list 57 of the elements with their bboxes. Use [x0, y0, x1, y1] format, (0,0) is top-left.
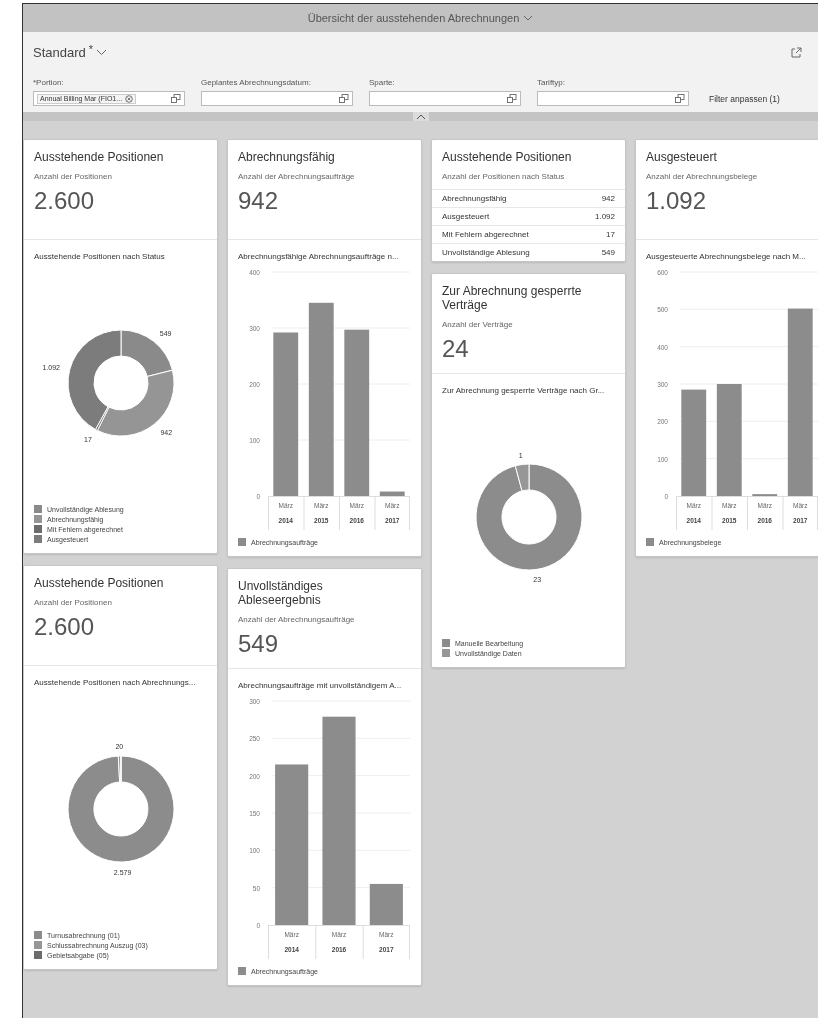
chart-title: Ausstehende Positionen nach Abrechnungs...	[34, 678, 197, 688]
card-subtitle: Anzahl der Positionen nach Status	[442, 172, 566, 181]
chart-title: Zur Abrechnung gesperrte Verträge nach Gr...	[442, 386, 606, 396]
value-help-icon[interactable]	[507, 94, 517, 103]
chevron-up-icon	[415, 113, 426, 120]
filter-label: Tariftyp:	[537, 78, 566, 87]
input-field[interactable]	[201, 91, 353, 106]
card-title: Ausgesteuert	[646, 150, 718, 164]
collapse-button[interactable]	[412, 112, 429, 121]
card-subtitle: Anzahl der Positionen	[34, 172, 113, 181]
kpi-value: 549	[238, 630, 280, 658]
input-field[interactable]	[537, 91, 689, 106]
adapt-filters-link[interactable]: Filter anpassen (1)	[705, 94, 780, 106]
filter-label: Sparte:	[369, 78, 396, 87]
chart-title: Abrechnungsaufträge mit unvollständigem A...	[238, 681, 403, 691]
card-title: Unvollständiges Ableseergebnis	[238, 579, 324, 607]
remove-icon[interactable]	[125, 94, 134, 103]
chevron-down-icon	[96, 48, 108, 56]
chart-title: Ausgesteuerte Abrechnungsbelege nach M...	[646, 252, 807, 262]
list-item-value: 549	[601, 248, 615, 257]
card-subtitle: Anzahl der Abrechnungsbelege	[646, 172, 759, 181]
bar	[379, 491, 405, 496]
app-title-menu[interactable]: Übersicht der ausstehenden Abrechnungen	[303, 10, 538, 26]
card-title: Abrechnungsfähig	[238, 150, 336, 164]
kpi-value: 24	[442, 335, 470, 363]
chart-title: Ausstehende Positionen nach Status	[34, 252, 166, 262]
card-subtitle: Anzahl der Positionen	[34, 598, 113, 607]
variant-selector[interactable]: Standard $^{*}$	[33, 44, 108, 60]
card-subtitle: Anzahl der Abrechnungsaufträge	[238, 172, 356, 181]
chevron-down-icon	[523, 14, 534, 22]
value-help-icon[interactable]	[339, 94, 349, 103]
card[interactable]: Ausstehende Positionen Anzahl der Positionen nach Status Abrechnungsfähig 942 Ausgesteuert 1.092 Mit Fehlern abgerechnet 17 Unvollständige Ablesung 549	[431, 139, 626, 262]
card-title: Ausstehende Positionen	[442, 150, 573, 164]
card-subtitle: Anzahl der Verträge	[442, 320, 514, 329]
filter-label: *Portion:	[33, 78, 65, 87]
list-item-value: 1.092	[594, 212, 615, 221]
list-item-label: Abrechnungsfähig	[442, 194, 507, 203]
kpi-value: 2.600	[34, 187, 96, 215]
share-icon[interactable]	[791, 46, 802, 58]
card-title: Ausstehende Positionen	[34, 576, 165, 590]
card-title: Ausstehende Positionen	[34, 150, 165, 164]
list-item-value: 17	[606, 230, 615, 239]
list-item-label: Ausgesteuert	[442, 212, 490, 221]
list-item-label: Mit Fehlern abgerechnet	[442, 230, 529, 239]
chart-title: Abrechnungsfähige Abrechnungsaufträge n...	[238, 252, 400, 262]
value-help-icon[interactable]	[675, 94, 685, 103]
input-field[interactable]	[369, 91, 521, 106]
bar	[369, 883, 403, 925]
kpi-value: 1.092	[646, 187, 708, 215]
value-help-icon[interactable]	[171, 94, 181, 103]
list-item-value: 942	[601, 194, 615, 203]
list-item-label: Unvollständige Ablesung	[442, 248, 530, 257]
kpi-value: 942	[238, 187, 280, 215]
filter-label: Geplantes Abrechnungsdatum:	[201, 78, 312, 87]
kpi-value: 2.600	[34, 613, 96, 641]
card-title: Zur Abrechnung gesperrte Verträge	[442, 284, 583, 312]
card-subtitle: Anzahl der Abrechnungsaufträge	[238, 615, 356, 624]
